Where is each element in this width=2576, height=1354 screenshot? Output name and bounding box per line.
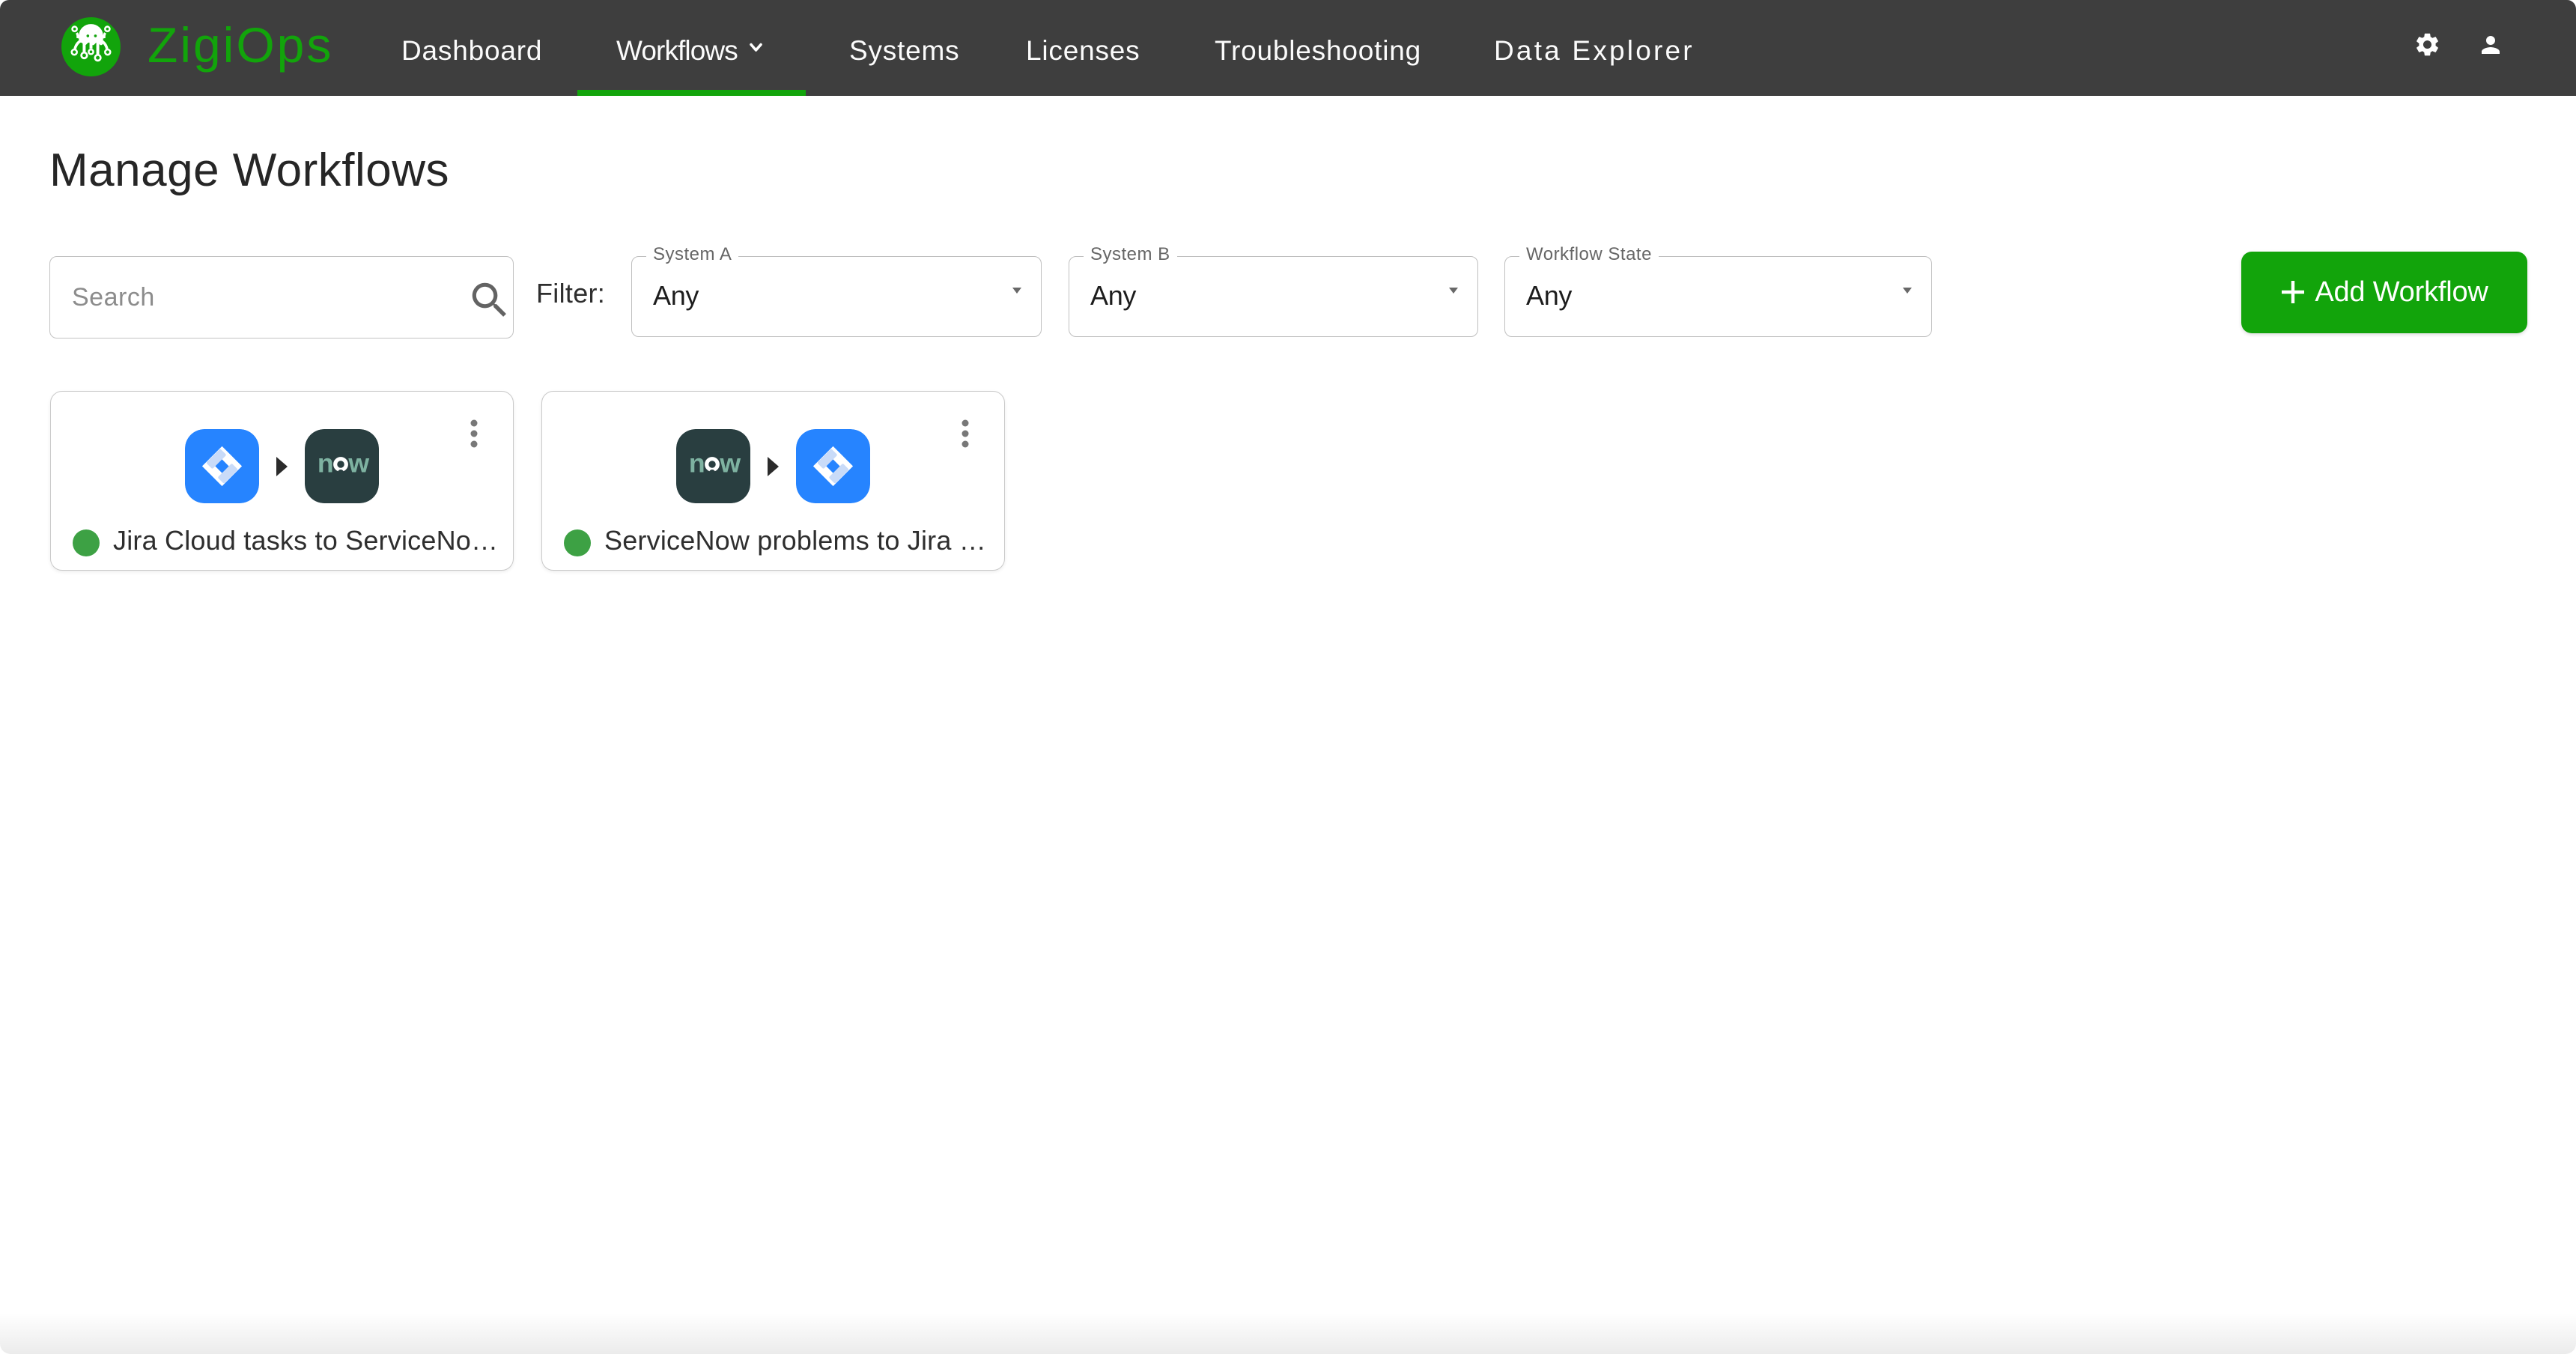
svg-text:w: w (347, 448, 369, 478)
svg-text:n: n (318, 448, 334, 478)
svg-text:n: n (689, 448, 705, 478)
svg-text:w: w (719, 448, 741, 478)
